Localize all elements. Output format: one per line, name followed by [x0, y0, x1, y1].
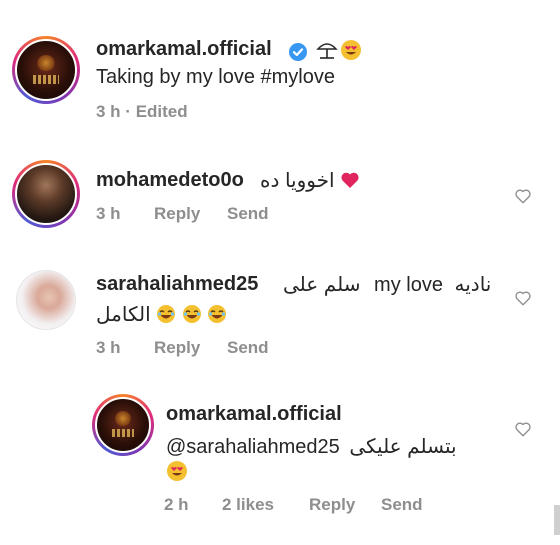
reply-mention-link[interactable]: @sarahaliahmed25: [166, 436, 340, 458]
comment-1-avatar[interactable]: [12, 160, 80, 228]
post-time: 3 h · Edited: [96, 102, 188, 122]
reply-reply-button[interactable]: Reply: [309, 495, 355, 515]
post-author-username[interactable]: omarkamal.official: [96, 38, 272, 61]
reply-author-username[interactable]: omarkamal.official: [166, 403, 342, 426]
laughing-emoji-icon: [157, 305, 176, 323]
comment-2-text-rtl-b: ناديه: [454, 274, 492, 296]
reply-text-value: بتسلم عليكى: [349, 436, 457, 458]
heart-eyes-emoji-icon: [167, 461, 187, 481]
scrollbar-fragment: [554, 505, 560, 535]
beach-umbrella-icon: [316, 43, 338, 59]
reply-text: @sarahaliahmed25 بتسلم عليكى: [166, 434, 457, 459]
comment-1-send-button[interactable]: Send: [227, 204, 269, 224]
comment-2-send-button[interactable]: Send: [227, 338, 269, 358]
comment-2-like-icon[interactable]: [514, 289, 532, 307]
comment-1-time: 3 h: [96, 204, 121, 223]
reply-send-button[interactable]: Send: [381, 495, 423, 515]
comment-1-text: اخوويا ده: [260, 168, 360, 193]
red-heart-emoji-icon: [341, 172, 359, 188]
comment-1-like-icon[interactable]: [514, 187, 532, 205]
comment-1-reply-button[interactable]: Reply: [154, 204, 200, 224]
comment-2-line-1: سلم على my love ناديه: [283, 272, 491, 297]
heart-eyes-emoji-icon: [341, 40, 361, 60]
reply-time: 2 h: [164, 495, 189, 514]
meta-separator: ·: [125, 102, 131, 121]
reply-author-avatar[interactable]: [92, 394, 154, 456]
comment-2-avatar[interactable]: [16, 270, 76, 330]
reply-likes-count[interactable]: 2 likes: [222, 495, 274, 515]
comment-2-username[interactable]: sarahaliahmed25: [96, 273, 258, 296]
comment-2-line-2: الكامل: [96, 302, 227, 327]
post-author-avatar[interactable]: [12, 36, 80, 104]
comment-1-username[interactable]: mohamedeto0o: [96, 169, 244, 192]
post-time-value: 3 h: [96, 102, 121, 121]
comment-2-text-rtl-a: سلم على: [283, 274, 361, 296]
comment-2-text-ltr: my love: [374, 274, 443, 296]
verified-badge-icon: [289, 43, 307, 61]
post-edited-label: Edited: [135, 102, 188, 121]
comment-2-reply-button[interactable]: Reply: [154, 338, 200, 358]
reply-like-icon[interactable]: [514, 420, 532, 438]
comment-1-text-value: اخوويا ده: [260, 170, 335, 192]
laughing-emoji-icon: [208, 305, 227, 323]
post-caption: Taking by my love #mylove: [96, 66, 335, 88]
laughing-emoji-icon: [182, 305, 201, 323]
comment-2-text-line-2: الكامل: [96, 304, 151, 326]
comment-2-time: 3 h: [96, 338, 121, 357]
